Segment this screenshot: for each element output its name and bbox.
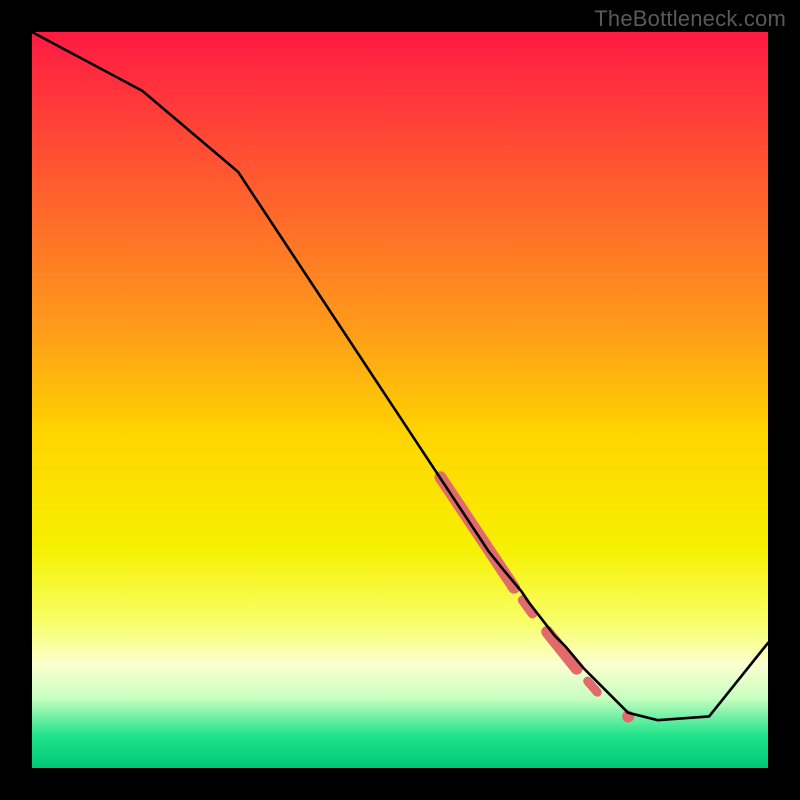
plot-area (32, 32, 768, 768)
gradient-background (32, 32, 768, 768)
watermark-text: TheBottleneck.com (594, 6, 786, 32)
chart-frame: TheBottleneck.com (0, 0, 800, 800)
chart-svg (32, 32, 768, 768)
